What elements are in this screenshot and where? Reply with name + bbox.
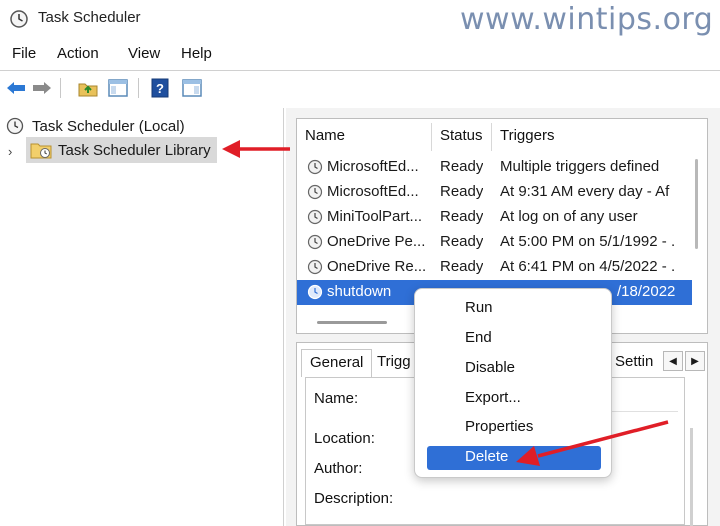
context-menu-export[interactable]: Export...	[427, 387, 601, 411]
task-status: Ready	[440, 258, 484, 275]
help-icon: ?	[151, 78, 169, 98]
task-scheduler-clock-icon	[10, 10, 28, 28]
chevron-left-icon: ◀	[669, 355, 677, 367]
tree-item-root[interactable]: Task Scheduler (Local)	[6, 114, 185, 138]
up-one-level-button[interactable]	[76, 76, 100, 100]
tree-library-label: Task Scheduler Library	[58, 141, 211, 159]
tab-general[interactable]: General	[301, 349, 373, 377]
show-hide-action-pane-icon	[182, 79, 202, 97]
vertical-scrollbar[interactable]	[690, 428, 693, 526]
task-trigger: At log on of any user	[500, 208, 638, 225]
table-row[interactable]: MicrosoftEd... Ready At 9:31 AM every da…	[297, 180, 692, 205]
table-row[interactable]: OneDrive Pe... Ready At 5:00 PM on 5/1/1…	[297, 230, 692, 255]
vertical-scrollbar[interactable]	[695, 159, 698, 249]
menu-help[interactable]: Help	[181, 45, 212, 62]
toolbar-separator	[138, 78, 139, 98]
task-clock-icon	[307, 184, 323, 200]
task-trigger: At 5:00 PM on 5/1/1992 - .	[500, 233, 676, 250]
author-field-label: Author:	[314, 460, 363, 477]
tree-root-label: Task Scheduler (Local)	[32, 117, 185, 135]
horizontal-scrollbar[interactable]	[317, 321, 387, 324]
show-hide-action-pane-button[interactable]	[180, 76, 204, 100]
context-menu-end[interactable]: End	[427, 327, 601, 351]
tab-scroll-right-button[interactable]: ▶	[685, 351, 705, 371]
back-arrow-icon	[7, 82, 25, 94]
tab-triggers[interactable]: Trigg	[369, 349, 419, 377]
task-trigger: Multiple triggers defined	[500, 158, 660, 175]
chevron-right-icon[interactable]: ›	[8, 144, 12, 159]
context-menu: Run End Disable Export... Properties Del…	[414, 288, 612, 478]
folder-up-icon	[78, 83, 98, 97]
toolbar-separator	[60, 78, 61, 98]
column-divider[interactable]	[431, 123, 432, 151]
task-name: OneDrive Pe...	[327, 233, 426, 250]
task-clock-icon	[307, 284, 323, 300]
table-row[interactable]: MiniToolPart... Ready At log on of any u…	[297, 205, 692, 230]
folder-clock-icon	[30, 143, 52, 159]
clock-icon	[6, 117, 24, 135]
menu-action[interactable]: Action	[57, 45, 99, 62]
table-row[interactable]: MicrosoftEd... Ready Multiple triggers d…	[297, 155, 692, 180]
back-button[interactable]	[4, 76, 28, 100]
context-menu-delete[interactable]: Delete	[427, 446, 601, 470]
forward-button[interactable]	[30, 76, 54, 100]
help-button[interactable]: ?	[148, 76, 172, 100]
location-field-label: Location:	[314, 430, 375, 447]
table-row[interactable]: OneDrive Re... Ready At 6:41 PM on 4/5/2…	[297, 255, 692, 280]
task-status: Ready	[440, 233, 484, 250]
column-divider[interactable]	[491, 123, 492, 151]
menu-file[interactable]: File	[12, 45, 36, 62]
window-title: Task Scheduler	[38, 9, 141, 26]
task-clock-icon	[307, 259, 323, 275]
task-status: Ready	[440, 208, 484, 225]
tab-settings[interactable]: Settin	[607, 349, 661, 377]
description-field-label: Description:	[314, 490, 394, 507]
watermark: www.wintips.org	[460, 2, 714, 37]
title-bar: Task Scheduler www.wintips.org	[0, 0, 720, 38]
name-field-label: Name:	[314, 390, 359, 407]
chevron-right-icon: ▶	[691, 355, 699, 367]
column-header-name[interactable]: Name	[305, 127, 345, 144]
task-trigger: /18/2022	[617, 283, 676, 300]
task-trigger: At 6:41 PM on 4/5/2022 - .	[500, 258, 676, 275]
task-clock-icon	[307, 209, 323, 225]
show-hide-tree-icon	[108, 79, 128, 97]
toolbar: ?	[0, 74, 720, 104]
task-status: Ready	[440, 183, 484, 200]
show-hide-console-tree-button[interactable]	[106, 76, 130, 100]
task-name: MicrosoftEd...	[327, 183, 419, 200]
svg-text:?: ?	[156, 81, 164, 96]
console-tree-pane: Task Scheduler (Local) › Task Scheduler …	[0, 108, 284, 526]
context-menu-disable[interactable]: Disable	[427, 357, 601, 381]
task-name: OneDrive Re...	[327, 258, 427, 275]
task-trigger: At 9:31 AM every day - Af	[500, 183, 670, 200]
context-menu-properties[interactable]: Properties	[427, 416, 601, 440]
task-clock-icon	[307, 234, 323, 250]
task-name: MiniToolPart...	[327, 208, 423, 225]
menu-bar: File Action View Help	[0, 42, 720, 68]
tree-item-library[interactable]: Task Scheduler Library	[26, 137, 217, 163]
menu-view[interactable]: View	[128, 45, 160, 62]
task-name: MicrosoftEd...	[327, 158, 419, 175]
forward-arrow-icon	[33, 82, 51, 94]
column-header-status[interactable]: Status	[440, 127, 483, 144]
toolbar-divider	[0, 70, 720, 71]
column-header-triggers[interactable]: Triggers	[500, 127, 554, 144]
task-clock-icon	[307, 159, 323, 175]
tab-scroll-left-button[interactable]: ◀	[663, 351, 683, 371]
context-menu-run[interactable]: Run	[427, 297, 601, 321]
task-status: Ready	[440, 158, 484, 175]
